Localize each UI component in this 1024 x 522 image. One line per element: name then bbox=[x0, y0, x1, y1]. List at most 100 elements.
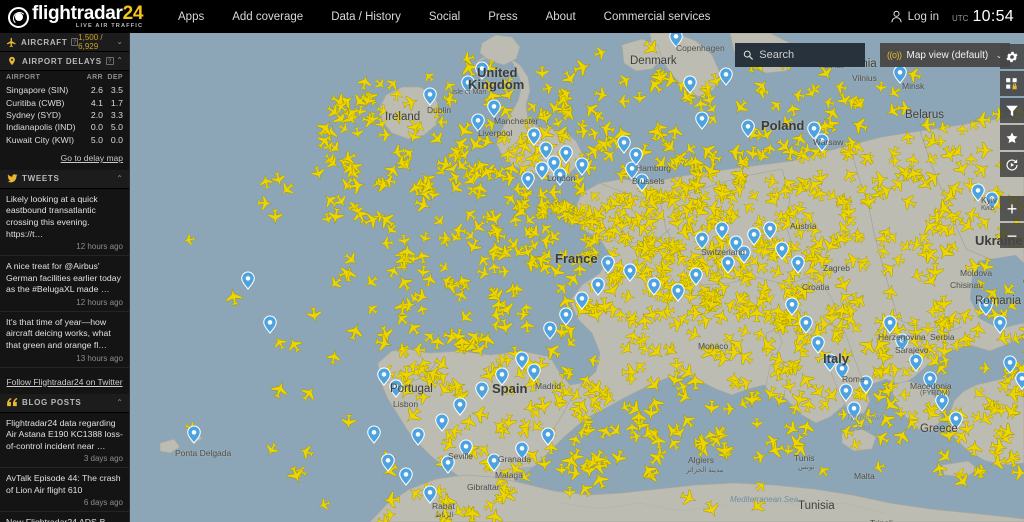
table-row[interactable]: Sydney (SYD) 2.0 3.3 bbox=[6, 109, 123, 121]
delay-arr: 4.1 bbox=[90, 97, 103, 108]
list-item[interactable]: A nice treat for @Airbus' German facilit… bbox=[0, 256, 129, 312]
tweet-text: A nice treat for @Airbus' German facilit… bbox=[6, 261, 121, 295]
filters-button[interactable] bbox=[1000, 98, 1024, 123]
panel-header-airport-delays[interactable]: AIRPORT DELAYS ? ⌃ bbox=[0, 52, 129, 71]
logo-number: 24 bbox=[122, 2, 144, 24]
panel-header-blog-posts[interactable]: BLOG POSTS ⌃ bbox=[0, 393, 129, 413]
chevron-down-icon[interactable]: ⌄ bbox=[116, 38, 123, 46]
map-toolbar bbox=[1000, 44, 1024, 177]
help-icon-delays[interactable]: ? bbox=[105, 57, 114, 65]
delays-toggle-group: ⌃ bbox=[116, 57, 123, 65]
go-to-delay-map-link[interactable]: Go to delay map bbox=[61, 153, 123, 163]
panel-header-aircraft[interactable]: AIRCRAFT ? 1,500 / 6,929 ⌄ bbox=[0, 33, 129, 52]
blog-time: 6 days ago bbox=[83, 498, 123, 508]
chevron-up-icon-blog[interactable]: ⌃ bbox=[116, 398, 123, 407]
nav-item-commercial-services[interactable]: Commercial services bbox=[590, 2, 725, 32]
tweets-toggle-group: ⌃ bbox=[116, 174, 123, 183]
broadcast-icon: ((o)) bbox=[887, 50, 902, 60]
col-airport: AIRPORT bbox=[6, 74, 41, 81]
quote-icon bbox=[6, 398, 18, 407]
blog-title: Flightradar24 data regarding Air Astana … bbox=[6, 417, 123, 451]
nav-item-add-coverage[interactable]: Add coverage bbox=[218, 2, 317, 32]
map-view-label: Map view (default) bbox=[906, 49, 989, 61]
table-row[interactable]: Curitiba (CWB) 4.1 1.7 bbox=[6, 96, 123, 108]
help-icon-aircraft[interactable]: ? bbox=[71, 38, 79, 46]
nav-item-social[interactable]: Social bbox=[415, 2, 474, 32]
plane-icon bbox=[6, 37, 17, 48]
list-item[interactable]: AvTalk Episode 44: The crash of Lion Air… bbox=[0, 468, 129, 513]
nav-item-apps[interactable]: Apps bbox=[164, 2, 218, 32]
map-pin-icon bbox=[6, 55, 18, 67]
search-icon bbox=[743, 50, 754, 60]
map-canvas bbox=[130, 33, 1024, 522]
table-row[interactable]: Indianapolis (IND) 0.0 5.0 bbox=[6, 121, 123, 133]
map-view-selector[interactable]: ((o)) Map view (default) ⌄ bbox=[880, 43, 1010, 67]
playback-button[interactable] bbox=[1000, 152, 1024, 177]
table-header-row: AIRPORT ARR DEP bbox=[6, 74, 123, 84]
blog-time: 3 days ago bbox=[83, 454, 123, 464]
panel-title-airport-delays: AIRPORT DELAYS bbox=[22, 56, 102, 66]
nav-item-press[interactable]: Press bbox=[474, 2, 531, 32]
delay-dep: 1.7 bbox=[110, 97, 123, 108]
logo-word: flightradar bbox=[32, 2, 123, 24]
nav-right-group: Log in UTC 10:54 bbox=[890, 8, 1024, 26]
blog-title: AvTalk Episode 44: The crash of Lion Air… bbox=[6, 473, 121, 495]
grid-lock-icon bbox=[1006, 77, 1017, 89]
col-dep: DEP bbox=[107, 74, 123, 81]
logo-text: flightradar24 LIVE AIR TRAFFIC bbox=[32, 4, 143, 30]
tweets-list: Likely looking at a quick eastbound tran… bbox=[0, 189, 129, 394]
tweet-time: 12 hours ago bbox=[76, 297, 123, 307]
nav-item-data-history[interactable]: Data / History bbox=[317, 2, 415, 32]
airport-delays-table: AIRPORT ARR DEP Singapore (SIN) 2.6 3.5 … bbox=[6, 74, 123, 146]
table-row[interactable]: Kuwait City (KWI) 5.0 0.0 bbox=[6, 134, 123, 146]
site-logo[interactable]: flightradar24 LIVE AIR TRAFFIC bbox=[0, 4, 150, 30]
delay-arr: 2.6 bbox=[90, 85, 103, 96]
logo-wordmark: flightradar24 bbox=[32, 4, 143, 23]
zoom-out-button[interactable]: − bbox=[1000, 223, 1024, 248]
playback-icon bbox=[1006, 158, 1018, 171]
tweet-text: It's that time of year—how aircraft deic… bbox=[6, 316, 111, 350]
blog-list: Flightradar24 data regarding Air Astana … bbox=[0, 413, 129, 522]
favorites-button[interactable] bbox=[1000, 125, 1024, 150]
follow-twitter-link[interactable]: Follow Flightradar24 on Twitter bbox=[6, 377, 122, 387]
left-sidebar: AIRCRAFT ? 1,500 / 6,929 ⌄ AIRPORT DELAY… bbox=[0, 33, 130, 522]
gear-icon bbox=[1006, 51, 1018, 62]
aircraft-count: 1,500 / 6,929 bbox=[78, 33, 103, 51]
login-button[interactable]: Log in bbox=[890, 10, 939, 23]
panel-title-tweets: TWEETS bbox=[22, 174, 60, 184]
chevron-up-icon-delays[interactable]: ⌃ bbox=[116, 57, 123, 65]
delay-dep: 3.5 bbox=[110, 85, 123, 96]
delay-arr: 0.0 bbox=[90, 122, 103, 133]
nav-item-about[interactable]: About bbox=[532, 2, 590, 32]
table-row[interactable]: Singapore (SIN) 2.6 3.5 bbox=[6, 84, 123, 96]
panel-header-tweets[interactable]: TWEETS ⌃ bbox=[0, 169, 129, 189]
list-item[interactable]: New Flightradar24 ADS-B Receivers Activa… bbox=[0, 512, 129, 522]
delay-dep: 3.3 bbox=[110, 109, 123, 120]
delay-airport: Sydney (SYD) bbox=[6, 109, 62, 120]
blog-title: New Flightradar24 ADS-B Receivers Activa… bbox=[6, 517, 123, 522]
list-item[interactable]: Likely looking at a quick eastbound tran… bbox=[0, 189, 129, 257]
tweet-text: Likely looking at a quick eastbound tran… bbox=[6, 193, 98, 239]
map-search-box[interactable] bbox=[735, 43, 865, 67]
panel-title-blog-posts: BLOG POSTS bbox=[22, 398, 82, 407]
chevron-up-icon-tweets[interactable]: ⌃ bbox=[116, 174, 123, 183]
follow-row: Follow Flightradar24 on Twitter bbox=[0, 368, 129, 394]
list-item[interactable]: It's that time of year—how aircraft deic… bbox=[0, 312, 129, 368]
aircraft-lock-button[interactable] bbox=[1000, 71, 1024, 96]
radar-logo-icon bbox=[8, 6, 29, 28]
search-input[interactable] bbox=[759, 49, 857, 61]
filter-icon bbox=[1006, 105, 1018, 116]
live-flight-map[interactable]: United Kingdom Ireland Dublin Isle of Man Man… bbox=[130, 33, 1024, 522]
list-item[interactable]: Flightradar24 data regarding Air Astana … bbox=[0, 413, 129, 469]
utc-clock: UTC 10:54 bbox=[952, 8, 1014, 26]
nav-links: Apps Add coverage Data / History Social … bbox=[164, 2, 724, 32]
zoom-in-button[interactable]: + bbox=[1000, 196, 1024, 221]
tweet-time: 12 hours ago bbox=[76, 242, 123, 252]
clock-time: 10:54 bbox=[972, 7, 1014, 25]
delay-map-link-row: Go to delay map bbox=[6, 146, 123, 166]
user-icon bbox=[891, 10, 902, 23]
delay-dep: 0.0 bbox=[110, 134, 123, 145]
blog-toggle-group: ⌃ bbox=[116, 398, 123, 407]
airport-delays-body: AIRPORT ARR DEP Singapore (SIN) 2.6 3.5 … bbox=[0, 71, 129, 170]
settings-button[interactable] bbox=[1000, 44, 1024, 69]
